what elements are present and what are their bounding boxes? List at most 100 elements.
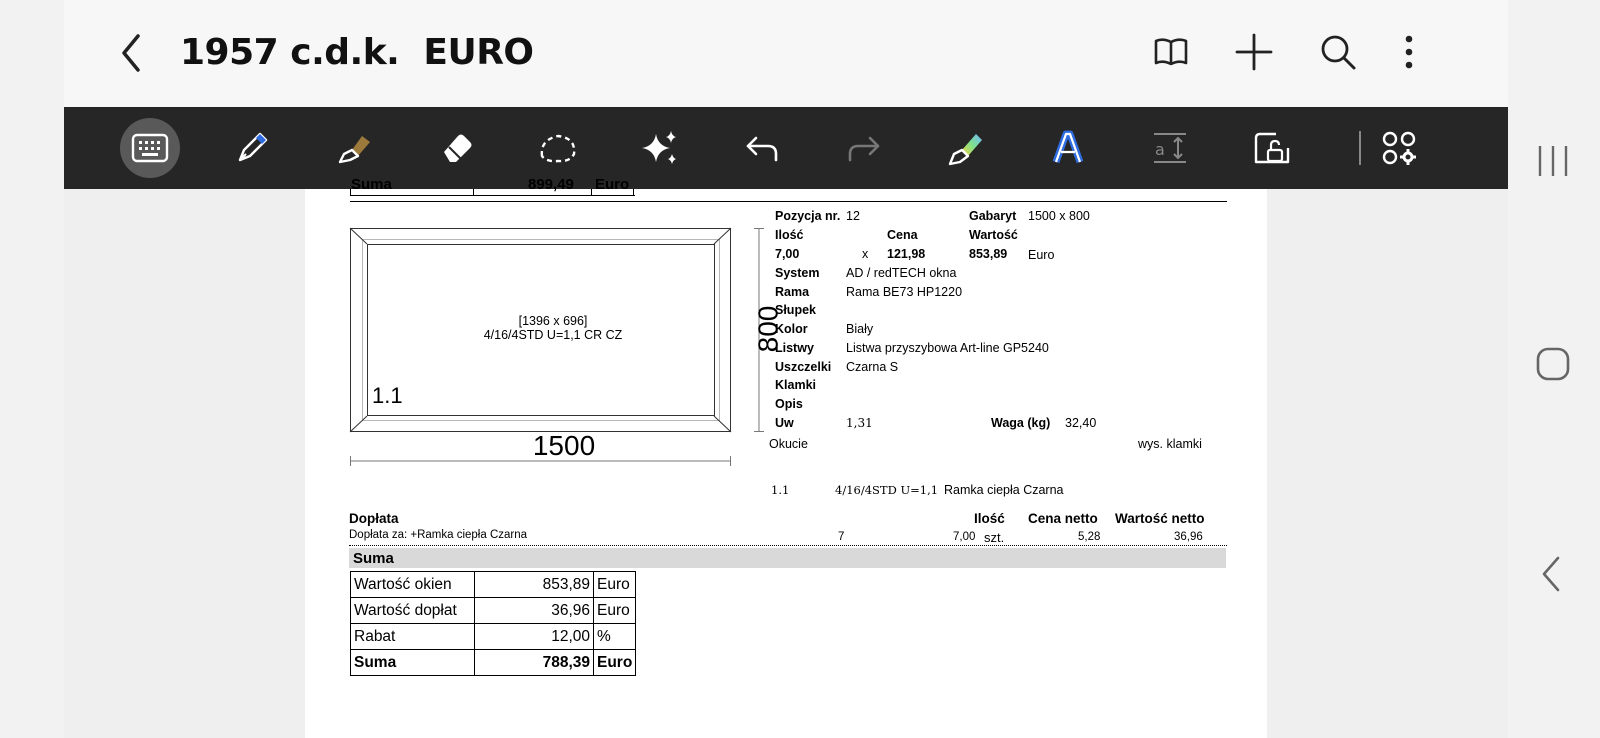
ilosc-value: 7,00 (775, 247, 800, 261)
wartosc-currency: Euro (1028, 248, 1055, 262)
chevron-left-icon[interactable] (114, 30, 150, 76)
suma-row-label: Rabat (350, 623, 475, 650)
kolor-value: Biały (846, 322, 874, 336)
pane-size: [1396 x 696] (518, 314, 588, 328)
search-icon[interactable] (1318, 32, 1358, 72)
apps-settings-icon[interactable] (1369, 118, 1429, 178)
suma-title: Suma (353, 550, 394, 567)
suma-row-value: 36,96 (474, 597, 594, 624)
highlight-pen-icon[interactable] (936, 118, 996, 178)
toolbar-divider (1359, 131, 1361, 165)
gabaryt-label: Gabaryt (969, 209, 1017, 223)
suma-row-label: Wartość dopłat (350, 597, 475, 624)
table-row: Wartość okien 853,89 Euro (350, 571, 637, 598)
doplata-row-unit: szt. (984, 530, 1005, 545)
doplata-title: Dopłata (349, 511, 399, 526)
okucie-label: Okucie (769, 437, 808, 451)
wartosc-label: Wartość (969, 228, 1018, 242)
system-value: AD / redTECH okna (846, 266, 957, 280)
prev-suma-value: 899,49 (528, 176, 574, 193)
eraser-icon[interactable] (426, 118, 486, 178)
note-app: 1957 c.d.k. EURO a Suma 899,49 Euro [139… (64, 0, 1508, 738)
suma-header-bar (349, 548, 1226, 568)
undo-icon[interactable] (732, 118, 792, 178)
glass-spec: 4/16/4STD U=1,1 CR CZ (483, 328, 623, 342)
doplata-row-price: 5,28 (1078, 531, 1101, 543)
book-icon[interactable] (1151, 32, 1191, 72)
uw-label: Uw (775, 416, 794, 430)
doplata-col-wartosc: Wartość netto (1115, 511, 1205, 526)
rama-value: Rama BE73 HP1220 (846, 285, 963, 299)
suma-row-label: Wartość okien (350, 571, 475, 598)
suma-row-label: Suma (350, 649, 475, 676)
width-dimension: 1500 (532, 430, 596, 461)
suma-row-unit: Euro (592, 571, 637, 598)
pozycja-value: 12 (846, 209, 860, 223)
section-id: 1.1 (372, 383, 403, 408)
pen-toolbar: a (64, 107, 1508, 189)
highlighter-icon[interactable] (324, 118, 384, 178)
more-vertical-icon[interactable] (1389, 32, 1429, 72)
klamki-label: Klamki (775, 378, 816, 392)
suma-row-value: 853,89 (474, 571, 594, 598)
system-label: System (775, 266, 820, 280)
doplata-row-underline (349, 545, 1227, 546)
pen-icon[interactable] (222, 118, 282, 178)
home-icon[interactable] (1534, 345, 1572, 383)
prev-suma-currency: Euro (595, 176, 630, 193)
suma-row-unit: Euro (592, 649, 637, 676)
lock-open-icon[interactable] (1242, 118, 1302, 178)
opis-label: Opis (775, 397, 803, 411)
pozycja-label: Pozycja nr. (775, 209, 841, 223)
kolor-label: Kolor (775, 322, 808, 336)
wartosc-value: 853,89 (969, 247, 1008, 261)
svg-text:a: a (1155, 140, 1165, 159)
slupek-label: Słupek (775, 303, 816, 317)
uszczelki-label: Uszczelki (775, 360, 832, 374)
glass-line-id: 1.1 (771, 483, 790, 497)
suma-row-value: 12,00 (474, 623, 594, 650)
suma-row-unit: Euro (592, 597, 637, 624)
cena-value: 121,98 (887, 247, 926, 261)
glass-line-spec: 4/16/4STD U=1,1 (835, 483, 939, 497)
doplata-row-value: 36,96 (1174, 531, 1203, 543)
doplata-col-ilosc: Ilość (974, 511, 1005, 526)
table-row: Wartość dopłat 36,96 Euro (350, 597, 637, 624)
table-row: Rabat 12,00 % (350, 623, 637, 650)
doplata-col-cena: Cena netto (1028, 511, 1098, 526)
rama-label: Rama (775, 285, 810, 299)
section-divider (350, 201, 1227, 202)
table-row: Suma 788,39 Euro (350, 649, 637, 676)
ilosc-label: Ilość (775, 228, 804, 242)
doplata-row-n: 7 (838, 531, 845, 543)
glass-line-frame: Ramka ciepła Czarna (944, 483, 1064, 497)
suma-row-unit: % (592, 623, 637, 650)
sparkle-ai-icon[interactable] (630, 118, 690, 178)
back-icon[interactable] (1538, 554, 1568, 594)
text-resize-icon[interactable]: a (1140, 118, 1200, 178)
doplata-row-desc: Dopłata za: +Ramka ciepła Czarna (349, 529, 528, 541)
app-header: 1957 c.d.k. EURO (64, 0, 1508, 107)
multiply-sign: x (862, 247, 869, 261)
lasso-icon[interactable] (528, 118, 588, 178)
text-style-icon[interactable] (1038, 118, 1098, 178)
redo-icon[interactable] (834, 118, 894, 178)
wys-klamki-label: wys. klamki (1138, 437, 1202, 451)
suma-row-value: 788,39 (474, 649, 594, 676)
uw-value: 1,31 (846, 416, 873, 430)
cena-label: Cena (887, 228, 918, 242)
waga-label: Waga (kg) (991, 416, 1051, 430)
plus-icon[interactable] (1234, 32, 1274, 72)
waga-value: 32,40 (1065, 416, 1097, 430)
gabaryt-value: 1500 x 800 (1028, 209, 1090, 223)
suma-table: Wartość okien 853,89 Euro Wartość dopłat… (350, 571, 637, 676)
system-navbar (1508, 0, 1600, 738)
prev-suma-label: Suma (351, 176, 392, 193)
listwy-label: Listwy (775, 341, 814, 355)
keyboard-icon[interactable] (120, 118, 180, 178)
recent-apps-icon[interactable] (1533, 143, 1573, 179)
listwy-value: Listwa przyszybowa Art-line GP5240 (846, 341, 1049, 355)
uszczelki-value: Czarna S (846, 360, 899, 374)
document-title: 1957 c.d.k. EURO (180, 32, 534, 73)
document-page: Suma 899,49 Euro [1396 x 696] 4/16/4STD … (305, 176, 1267, 738)
